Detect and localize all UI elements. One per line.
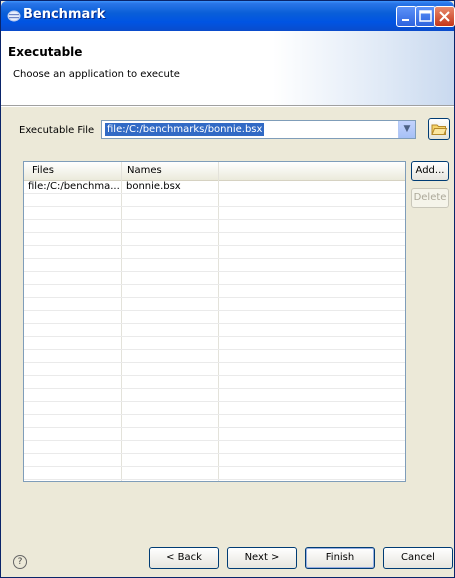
table-row-empty[interactable] (24, 233, 405, 246)
benchmark-dialog: Benchmark Executable Choose an applicati… (0, 0, 455, 578)
executable-file-value[interactable]: file:/C:/benchmarks/bonnie.bsx (105, 123, 265, 136)
close-icon (439, 11, 450, 22)
table-row-empty[interactable] (24, 246, 405, 259)
table-row-empty[interactable] (24, 220, 405, 233)
table-row-empty[interactable] (24, 480, 405, 481)
table-row-empty[interactable] (24, 467, 405, 480)
table-row-empty[interactable] (24, 428, 405, 441)
close-button[interactable] (434, 6, 455, 27)
table-row-empty[interactable] (24, 441, 405, 454)
file-cell: file:/C:/benchma... (28, 181, 120, 192)
table-row-empty[interactable] (24, 285, 405, 298)
add-button[interactable]: Add... (411, 161, 449, 181)
back-button[interactable]: < Back (149, 547, 219, 569)
chevron-down-icon[interactable]: ▼ (398, 121, 415, 138)
table-row-empty[interactable] (24, 402, 405, 415)
page-description: Choose an application to execute (13, 69, 180, 80)
browse-button[interactable] (428, 118, 450, 140)
header-divider-highlight (1, 106, 454, 107)
folder-icon (431, 124, 448, 135)
executable-file-label: Executable File (19, 125, 95, 136)
table-row-empty[interactable] (24, 389, 405, 402)
table-row[interactable]: file:/C:/benchma... bonnie.bsx (24, 181, 405, 194)
table-row-empty[interactable] (24, 298, 405, 311)
table-row-empty[interactable] (24, 194, 405, 207)
table-row-empty[interactable] (24, 350, 405, 363)
maximize-icon (419, 10, 432, 22)
maximize-button[interactable] (415, 6, 436, 27)
title-bar[interactable]: Benchmark (1, 1, 455, 31)
column-header-names[interactable]: Names (127, 165, 162, 176)
window-title: Benchmark (23, 7, 106, 22)
files-table[interactable]: Files Names file:/C:/benchma... bonnie.b… (23, 161, 406, 482)
cancel-button[interactable]: Cancel (383, 547, 453, 569)
name-cell: bonnie.bsx (126, 181, 181, 192)
table-header: Files Names (24, 162, 405, 181)
column-header-files[interactable]: Files (32, 165, 54, 176)
table-row-empty[interactable] (24, 272, 405, 285)
table-row-empty[interactable] (24, 415, 405, 428)
executable-file-combo[interactable]: file:/C:/benchmarks/bonnie.bsx ▼ (101, 120, 416, 139)
app-icon (7, 10, 21, 22)
page-title: Executable (8, 45, 83, 59)
minimize-icon (402, 19, 409, 21)
minimize-button[interactable] (396, 6, 417, 27)
table-row-empty[interactable] (24, 311, 405, 324)
delete-button[interactable]: Delete (411, 188, 449, 208)
table-row-empty[interactable] (24, 454, 405, 467)
table-row-empty[interactable] (24, 376, 405, 389)
table-row-empty[interactable] (24, 259, 405, 272)
table-row-empty[interactable] (24, 207, 405, 220)
table-row-empty[interactable] (24, 324, 405, 337)
next-button[interactable]: Next > (227, 547, 297, 569)
table-row-empty[interactable] (24, 363, 405, 376)
help-icon[interactable]: ? (13, 555, 27, 569)
finish-button[interactable]: Finish (305, 547, 375, 569)
wizard-header: Executable Choose an application to exec… (1, 31, 454, 105)
table-row-empty[interactable] (24, 337, 405, 350)
